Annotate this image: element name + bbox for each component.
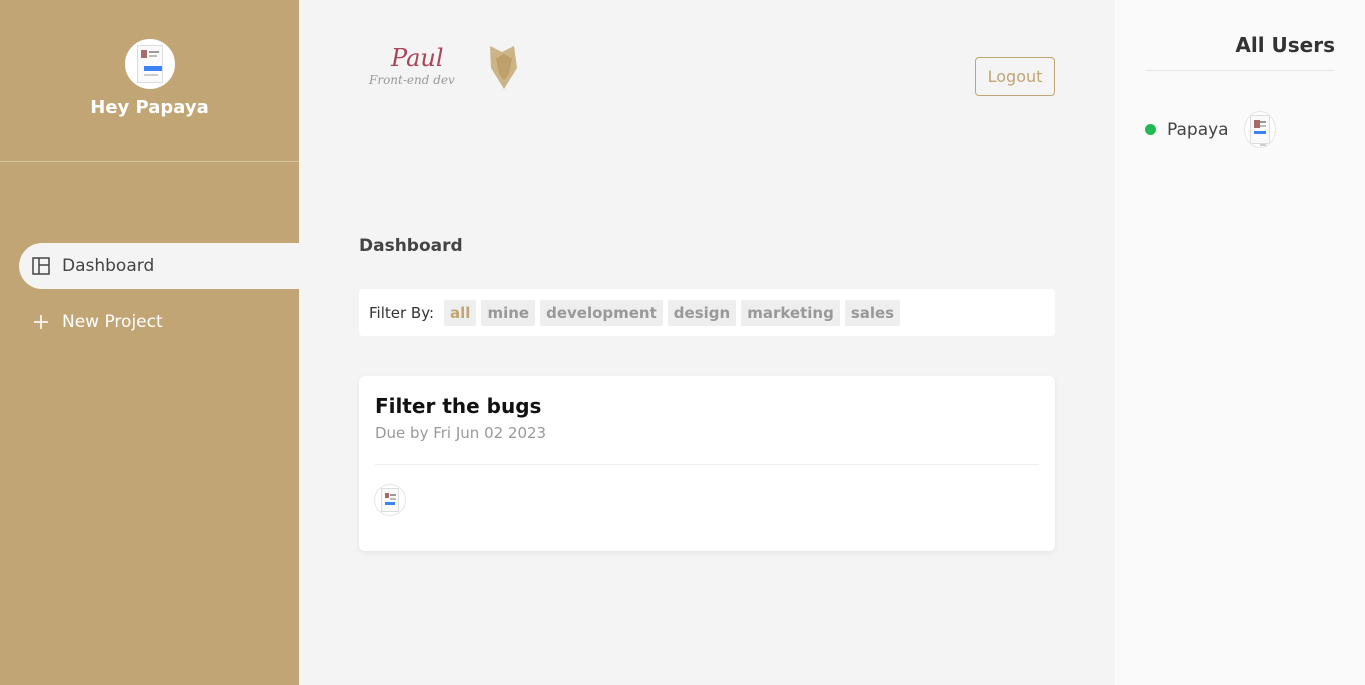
logout-button[interactable]: Logout bbox=[975, 57, 1055, 96]
sidebar-item-label: Dashboard bbox=[62, 256, 155, 276]
users-panel: All Users Papaya bbox=[1115, 0, 1365, 685]
sidebar: Hey Papaya Dashboard New Project bbox=[0, 0, 299, 685]
logo: Paul Front-end dev bbox=[367, 40, 542, 92]
filter-mine[interactable]: mine bbox=[481, 299, 536, 326]
project-card[interactable]: Filter the bugs Due by Fri Jun 02 2023 bbox=[359, 376, 1055, 551]
avatar bbox=[375, 485, 405, 515]
svg-text:Paul: Paul bbox=[390, 44, 444, 72]
main-content: Paul Front-end dev Logout Dashboard Filt… bbox=[299, 0, 1115, 685]
plus-icon bbox=[32, 313, 50, 331]
filter-sales[interactable]: sales bbox=[844, 299, 901, 326]
project-title: Filter the bugs bbox=[375, 394, 542, 418]
avatar bbox=[1244, 112, 1275, 147]
filter-development[interactable]: development bbox=[540, 299, 663, 326]
sidebar-item-label: New Project bbox=[62, 312, 163, 332]
layout-icon bbox=[32, 257, 50, 275]
sidebar-nav: Dashboard New Project bbox=[19, 243, 299, 355]
avatar bbox=[124, 39, 175, 89]
filter-label: Filter By: bbox=[369, 303, 435, 322]
filter-design[interactable]: design bbox=[667, 299, 737, 326]
user-name: Papaya bbox=[1167, 119, 1229, 140]
page-title: Dashboard bbox=[359, 236, 463, 256]
online-status-icon bbox=[1145, 124, 1156, 135]
users-panel-title: All Users bbox=[1235, 33, 1335, 57]
greeting: Hey Papaya bbox=[90, 97, 209, 118]
svg-text:Front-end dev: Front-end dev bbox=[368, 73, 455, 87]
divider bbox=[1145, 70, 1335, 71]
filter-bar: Filter By: all mine development design m… bbox=[359, 289, 1055, 336]
filter-all[interactable]: all bbox=[444, 299, 477, 326]
sidebar-item-new-project[interactable]: New Project bbox=[19, 299, 299, 345]
divider bbox=[375, 464, 1039, 465]
project-due-date: Due by Fri Jun 02 2023 bbox=[375, 424, 547, 442]
user-profile: Hey Papaya bbox=[0, 0, 299, 162]
sidebar-item-dashboard[interactable]: Dashboard bbox=[19, 243, 299, 289]
filter-marketing[interactable]: marketing bbox=[741, 299, 840, 326]
user-list-item: Papaya bbox=[1145, 112, 1275, 147]
